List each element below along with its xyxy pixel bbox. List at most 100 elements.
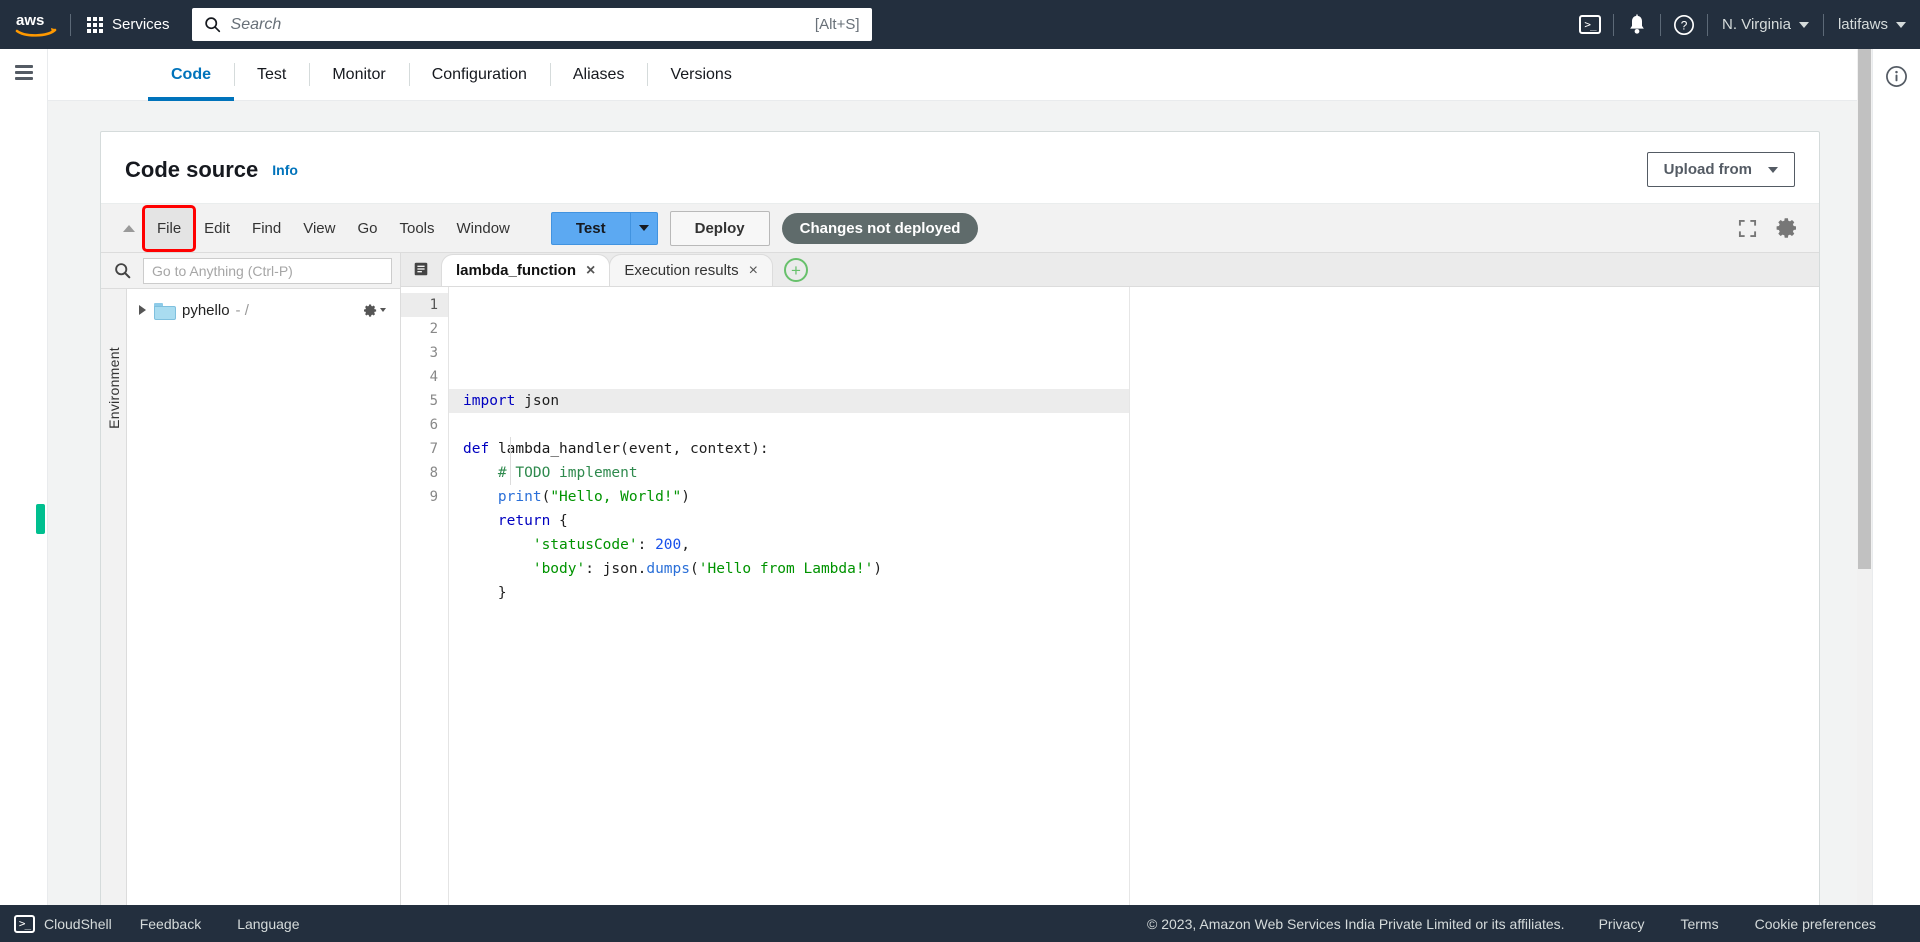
footer-privacy-link[interactable]: Privacy <box>1581 916 1663 932</box>
tree-item-pyhello[interactable]: pyhello - / <box>127 297 400 323</box>
footer-cookie-preferences-link[interactable]: Cookie preferences <box>1737 916 1894 932</box>
code-line: import json <box>449 389 1129 413</box>
cloud9-ide: File Edit Find View Go Tools Window Test <box>101 203 1819 910</box>
page-scrollbar[interactable] <box>1857 49 1872 942</box>
menu-edit[interactable]: Edit <box>193 213 241 244</box>
menu-view[interactable]: View <box>292 213 346 244</box>
tab-code[interactable]: Code <box>148 49 234 101</box>
footer-feedback-link[interactable]: Feedback <box>122 916 219 932</box>
code-line: return { <box>497 513 568 529</box>
chevron-down-icon <box>1896 21 1906 28</box>
chevron-up-icon[interactable] <box>123 224 135 232</box>
goto-anything-input[interactable] <box>143 257 392 284</box>
region-selector[interactable]: N. Virginia <box>1708 0 1823 49</box>
menu-window[interactable]: Window <box>446 213 521 244</box>
global-navigation-bar: aws Services [Alt+S] >_ <box>0 0 1920 49</box>
chevron-down-icon <box>638 225 649 231</box>
code-line: # TODO implement <box>497 465 638 481</box>
tab-label: Aliases <box>572 65 625 83</box>
tab-versions[interactable]: Versions <box>647 49 754 100</box>
upload-from-button[interactable]: Upload from <box>1646 152 1795 187</box>
indent-guide <box>510 437 511 485</box>
environment-side-tab[interactable]: Environment <box>101 289 127 910</box>
upload-from-label: Upload from <box>1663 161 1752 178</box>
footer-right-group: © 2023, Amazon Web Services India Privat… <box>1147 916 1920 932</box>
line-number: 5 <box>429 393 438 409</box>
deploy-button[interactable]: Deploy <box>669 210 770 246</box>
tab-test[interactable]: Test <box>234 49 309 100</box>
menu-file[interactable]: File <box>141 204 197 252</box>
account-menu[interactable]: latifaws <box>1824 0 1920 49</box>
test-dropdown-button[interactable] <box>629 211 658 245</box>
grid-icon <box>87 16 103 33</box>
tab-label: Test <box>257 65 287 83</box>
editor-margin-line <box>1129 287 1130 910</box>
status-badge: Changes not deployed <box>781 212 979 244</box>
function-tabs: Code Test Monitor Configuration Aliases … <box>48 49 1872 101</box>
editor-tab-strip: lambda_function × Execution results × + <box>401 253 1819 287</box>
test-split-button: Test <box>550 211 658 245</box>
tree-item-label: pyhello <box>182 301 230 319</box>
footer-terms-link[interactable]: Terms <box>1662 916 1736 932</box>
code-line: print("Hello, World!") <box>497 489 690 505</box>
tab-configuration[interactable]: Configuration <box>408 49 550 100</box>
explorer-body: Environment pyhello - / <box>101 289 400 910</box>
editor-tab-lambda-function[interactable]: lambda_function × <box>441 254 611 286</box>
line-number: 7 <box>429 441 438 457</box>
folder-icon <box>154 302 176 320</box>
aws-logo[interactable]: aws <box>6 12 66 38</box>
expand-icon[interactable] <box>1738 219 1757 238</box>
file-explorer: Environment pyhello - / <box>101 253 401 910</box>
gear-icon[interactable] <box>1775 216 1799 240</box>
question-circle-icon[interactable]: ? <box>1661 0 1707 49</box>
tab-list-icon[interactable] <box>401 252 441 286</box>
info-link[interactable]: Info <box>272 162 298 178</box>
menu-find[interactable]: Find <box>241 213 292 244</box>
code-line: } <box>463 585 507 601</box>
code-text[interactable]: import json def lambda_handler(event, co… <box>449 287 1819 910</box>
tab-aliases[interactable]: Aliases <box>549 49 648 100</box>
main-content-column: Code Test Monitor Configuration Aliases … <box>36 49 1872 942</box>
tab-label: Versions <box>670 65 732 83</box>
environment-label: Environment <box>105 347 122 429</box>
services-menu-button[interactable]: Services <box>75 9 182 40</box>
menu-go[interactable]: Go <box>346 213 388 244</box>
footer-cloudshell-label: CloudShell <box>44 915 112 932</box>
plus-circle-icon[interactable]: + <box>783 258 808 282</box>
tab-label: Configuration <box>431 65 527 83</box>
line-number: 8 <box>429 465 438 481</box>
hamburger-icon[interactable] <box>14 65 33 80</box>
bell-icon[interactable] <box>1614 0 1660 49</box>
global-nav-right-group: >_ ? N. Virginia latifaws <box>1567 0 1920 49</box>
cloudshell-icon[interactable]: >_ <box>1567 0 1613 49</box>
tab-label: Monitor <box>332 65 386 83</box>
close-icon[interactable]: × <box>586 262 595 279</box>
info-circle-icon[interactable] <box>1885 65 1908 93</box>
footer-copyright: © 2023, Amazon Web Services India Privat… <box>1147 915 1565 932</box>
footer-language-link[interactable]: Language <box>219 916 317 932</box>
chevron-down-icon <box>380 308 386 312</box>
scrollbar-thumb[interactable] <box>1858 49 1871 569</box>
editor-tab-execution-results[interactable]: Execution results × <box>609 254 773 286</box>
global-search-box[interactable]: [Alt+S] <box>191 8 872 41</box>
tab-monitor[interactable]: Monitor <box>309 49 408 100</box>
scroll-position-marker <box>36 504 45 534</box>
line-number: 3 <box>429 345 438 361</box>
close-icon[interactable]: × <box>749 262 758 279</box>
chevron-down-icon <box>1798 21 1809 28</box>
line-number: 2 <box>429 321 438 337</box>
content-scroll-region: Code source Info Upload from File Edit F… <box>48 101 1872 942</box>
search-input[interactable] <box>230 15 815 34</box>
test-button[interactable]: Test <box>550 211 630 245</box>
menu-tools[interactable]: Tools <box>388 213 445 244</box>
page-title: Code source <box>125 156 259 182</box>
footer-cloudshell-button[interactable]: >_ CloudShell <box>0 914 122 933</box>
left-navigation-rail <box>0 49 48 942</box>
code-area: 1 2 3 4 5 6 7 8 9 import json def lambda_handler… <box>401 287 1819 910</box>
page-shell: Code Test Monitor Configuration Aliases … <box>0 49 1920 942</box>
cloudshell-icon: >_ <box>14 914 35 933</box>
chevron-right-icon[interactable] <box>139 305 146 315</box>
search-icon[interactable] <box>101 262 143 279</box>
gear-icon[interactable] <box>363 303 386 318</box>
line-number-gutter: 1 2 3 4 5 6 7 8 9 <box>401 287 449 910</box>
